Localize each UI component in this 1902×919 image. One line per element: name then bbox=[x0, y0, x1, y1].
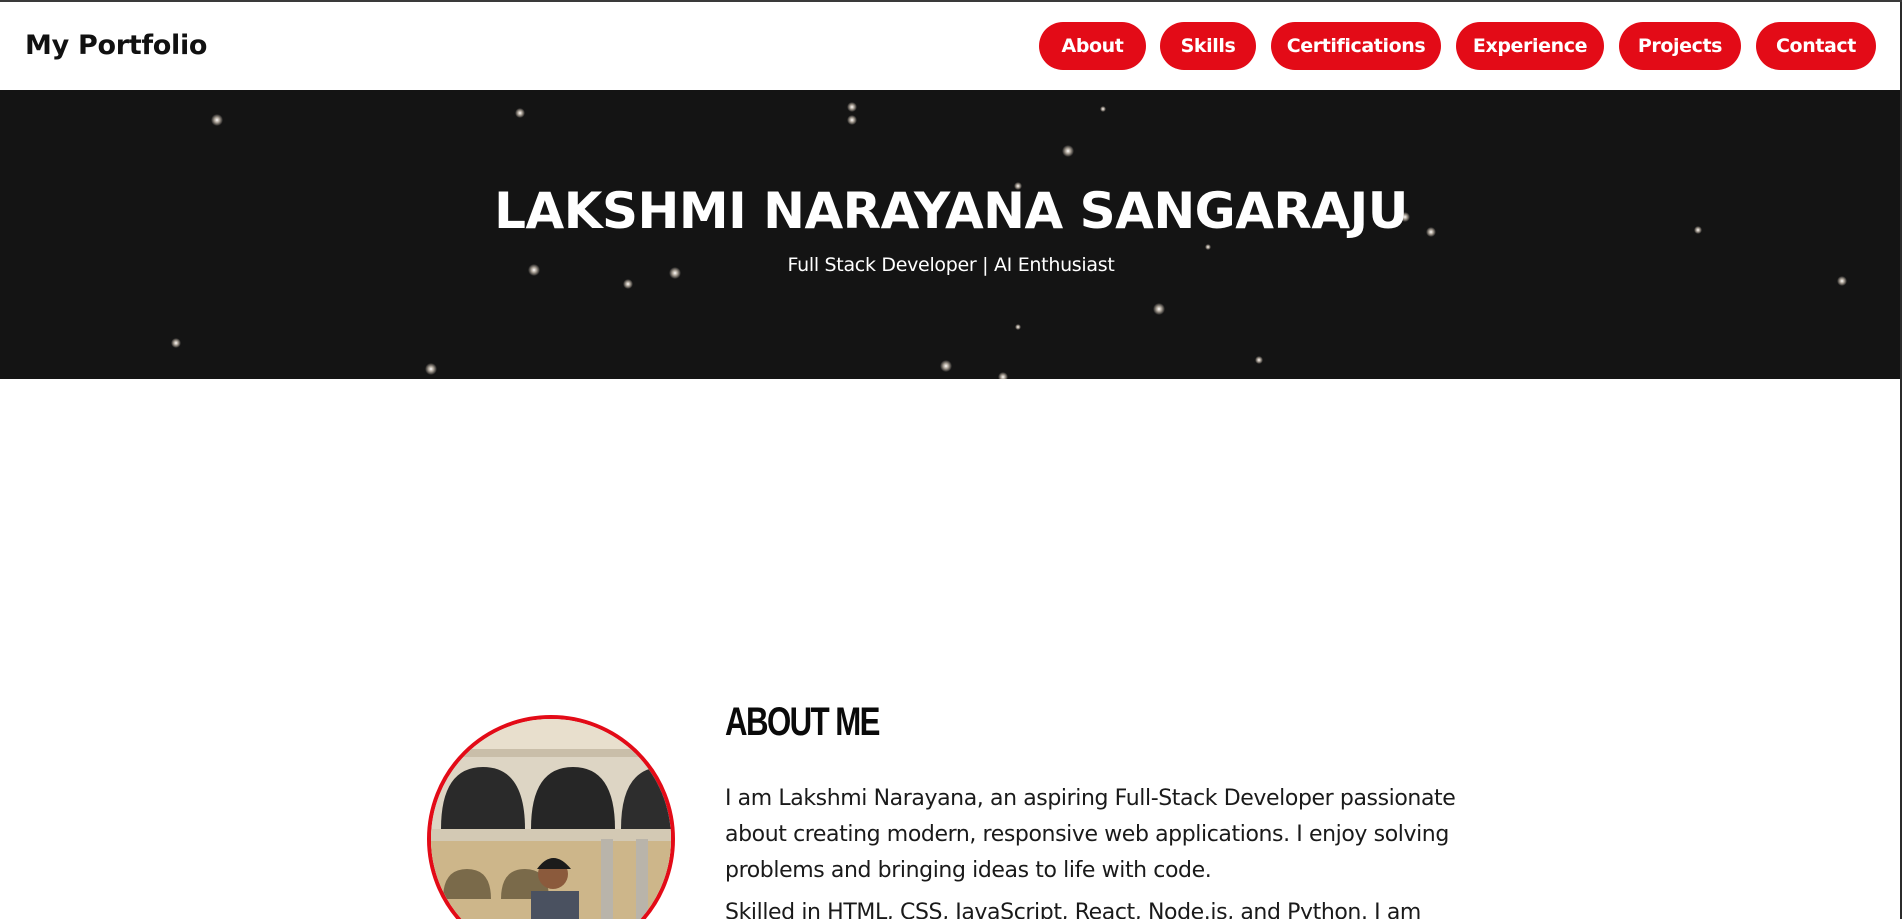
nav-contact-button[interactable]: Contact bbox=[1756, 22, 1876, 70]
nav-certifications-button[interactable]: Certifications bbox=[1271, 22, 1441, 70]
navbar: My Portfolio About Skills Certifications… bbox=[0, 2, 1902, 90]
brand-logo[interactable]: My Portfolio bbox=[25, 30, 207, 61]
about-text: I am Lakshmi Narayana, an aspiring Full-… bbox=[725, 781, 1485, 919]
hero-section: LAKSHMI NARAYANA SANGARAJU Full Stack De… bbox=[0, 90, 1902, 379]
nav-projects-button[interactable]: Projects bbox=[1619, 22, 1741, 70]
about-heading: ABOUT ME bbox=[725, 700, 880, 744]
nav-skills-button[interactable]: Skills bbox=[1160, 22, 1256, 70]
about-paragraph: Skilled in HTML, CSS, JavaScript, React,… bbox=[725, 900, 1421, 919]
hero-name: LAKSHMI NARAYANA SANGARAJU bbox=[494, 182, 1408, 240]
nav-experience-button[interactable]: Experience bbox=[1456, 22, 1604, 70]
about-paragraph: I am Lakshmi Narayana, an aspiring Full-… bbox=[725, 786, 1456, 883]
profile-photo bbox=[427, 715, 675, 919]
portfolio-page: My Portfolio About Skills Certifications… bbox=[0, 0, 1902, 919]
hero-tagline: Full Stack Developer | AI Enthusiast bbox=[787, 254, 1115, 276]
nav-about-button[interactable]: About bbox=[1039, 22, 1146, 70]
